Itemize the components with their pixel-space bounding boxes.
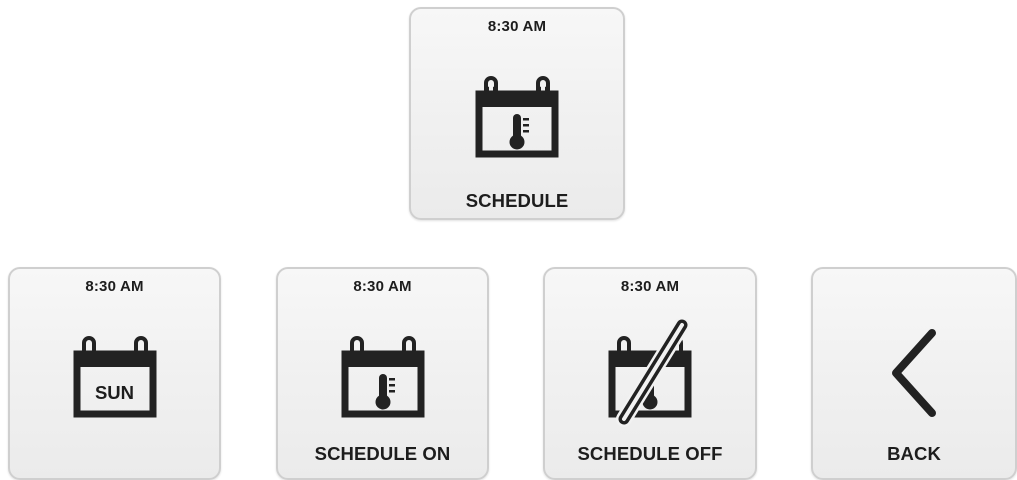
chevron-left-icon: [882, 325, 946, 421]
calendar-thermometer-icon: [341, 336, 425, 418]
schedule-button[interactable]: 8:30 AM SCHEDULE: [409, 7, 625, 220]
button-label: BACK: [887, 443, 941, 464]
back-button[interactable]: BACK: [811, 267, 1017, 480]
button-label: SCHEDULE ON: [314, 443, 451, 464]
schedule-off-button[interactable]: 8:30 AM SCHEDULE OFF: [543, 267, 757, 480]
schedule-on-button[interactable]: 8:30 AM SCHEDULE ON: [276, 267, 489, 480]
calendar-disabled-icon: [602, 319, 698, 429]
calendar-day-icon: [73, 336, 157, 418]
time-display: 8:30 AM: [487, 18, 547, 35]
calendar-thermometer-icon: [475, 76, 559, 158]
time-display: 8:30 AM: [85, 278, 144, 295]
time-display: 8:30 AM: [620, 278, 680, 295]
day-button[interactable]: 8:30 AM SUN: [8, 267, 221, 480]
day-label: SUN: [94, 382, 135, 403]
button-label: SCHEDULE OFF: [577, 443, 723, 464]
time-display: 8:30 AM: [353, 278, 412, 295]
button-label: SCHEDULE: [465, 190, 569, 211]
